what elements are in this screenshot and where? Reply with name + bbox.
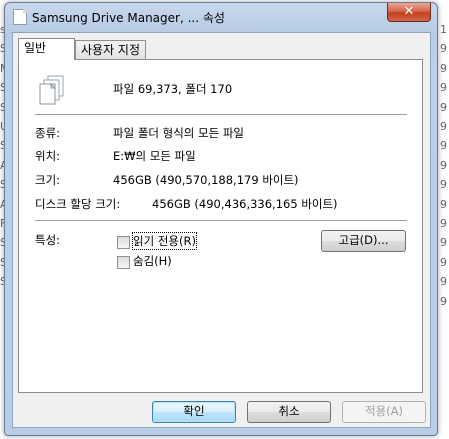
readonly-checkbox[interactable] (117, 236, 130, 249)
background-text: 9 (440, 61, 447, 75)
tab-label: 일반 (24, 41, 47, 55)
advanced-button[interactable]: 고급(D)... (321, 230, 406, 252)
divider (35, 114, 407, 116)
close-button[interactable]: ✕ (387, 3, 431, 22)
background-text: 9 (440, 255, 447, 269)
background-text: 9 (440, 236, 447, 250)
tab-label: 사용자 지정 (81, 43, 141, 57)
background-text: 9 (440, 42, 447, 56)
background-text: 9 (440, 217, 447, 231)
background-text: 1 (440, 23, 447, 36)
size-on-disk-label: 디스크 할당 크기: (35, 197, 121, 211)
title-bar[interactable]: Samsung Drive Manager, ... 속성 ✕ (5, 3, 437, 29)
hidden-checkbox[interactable] (117, 256, 130, 269)
readonly-label[interactable]: 읽기 전용(R) (132, 232, 197, 250)
location-label: 위치: (35, 149, 61, 163)
size-label: 크기: (35, 173, 61, 187)
item-count: 파일 69,373, 폴더 170 (113, 82, 233, 96)
background-text: 9 (440, 197, 447, 211)
tab-general[interactable]: 일반 (18, 38, 75, 60)
background-text: 9 (440, 294, 447, 308)
close-icon: ✕ (403, 4, 415, 19)
type-value: 파일 폴더 형식의 모든 파일 (113, 126, 245, 140)
background-window-right-edge: 1 9 9 9 9 9 9 9 9 9 9 9 9 9 9 (440, 20, 449, 420)
size-on-disk-value: 456GB (490,436,336,165 바이트) (152, 197, 338, 211)
background-text: 9 (440, 120, 447, 134)
type-label: 종류: (35, 126, 61, 140)
background-text: 9 (440, 178, 447, 192)
location-value: E:₩의 모든 파일 (113, 149, 196, 163)
hidden-label[interactable]: 숨김(H) (133, 253, 172, 269)
general-tab-panel: 파일 69,373, 폴더 170 종류: 파일 폴더 형식의 모든 파일 위치… (18, 59, 423, 393)
multiple-files-icon (39, 75, 64, 105)
size-value: 456GB (490,570,188,179 바이트) (113, 173, 299, 187)
ok-button[interactable]: 확인 (152, 401, 236, 423)
background-text: 9 (440, 158, 447, 172)
dialog-body: 일반 사용자 지정 파일 69,373, 폴더 170 종류: 파일 폴더 형식… (12, 32, 431, 428)
properties-dialog: Samsung Drive Manager, ... 속성 ✕ 일반 사용자 지… (4, 2, 438, 436)
apply-button[interactable]: 적용(A) (342, 401, 426, 423)
document-stack-icon (13, 9, 27, 25)
tab-customize[interactable]: 사용자 지정 (75, 40, 147, 59)
background-text: 9 (440, 275, 447, 289)
background-text: 9 (440, 81, 447, 95)
cancel-button[interactable]: 취소 (247, 401, 331, 423)
background-text: 9 (440, 139, 447, 153)
attributes-label: 특성: (35, 233, 61, 247)
window-title: Samsung Drive Manager, ... 속성 (32, 11, 225, 25)
divider (35, 220, 407, 222)
background-text: 9 (440, 100, 447, 114)
